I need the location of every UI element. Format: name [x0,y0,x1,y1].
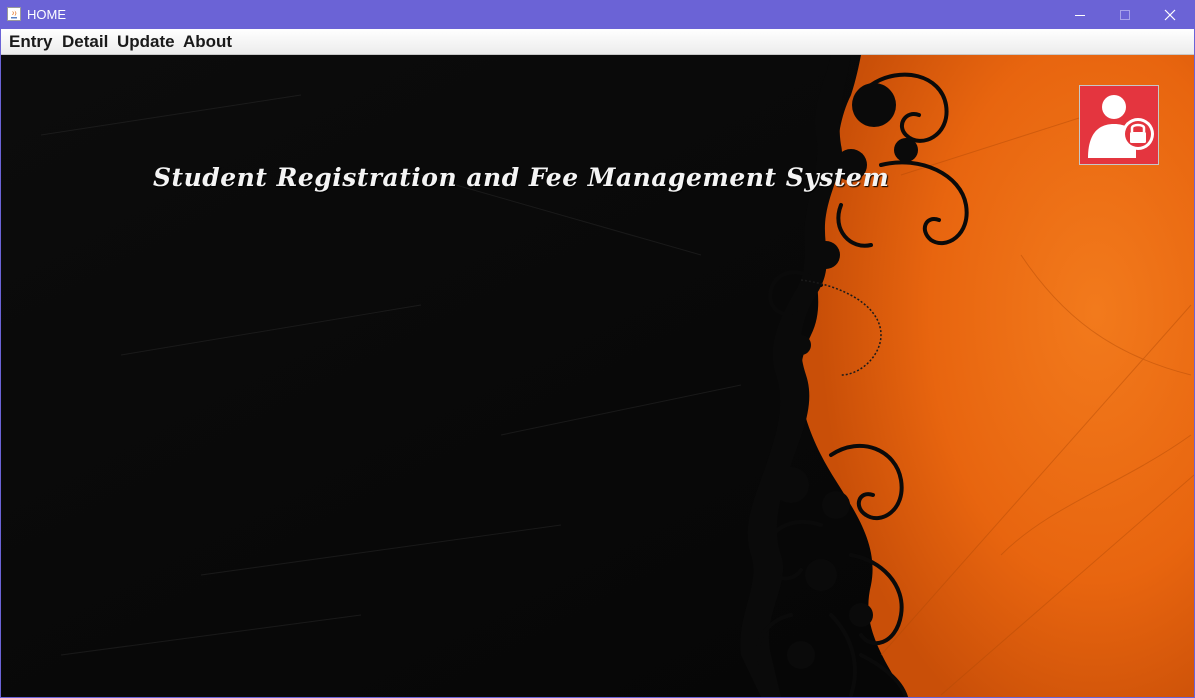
java-app-icon [7,7,21,21]
menu-about[interactable]: About [183,33,232,51]
user-lock-icon [1088,95,1154,158]
close-button[interactable] [1147,1,1193,29]
app-title: Student Registration and Fee Management … [153,163,890,192]
login-button[interactable] [1079,85,1159,165]
menu-detail[interactable]: Detail [62,33,108,51]
menu-bar: Entry Detail Update About [1,29,1194,55]
maximize-button[interactable] [1102,1,1148,29]
menu-update[interactable]: Update [117,33,175,51]
window-title: HOME [27,7,66,22]
title-bar[interactable]: HOME [1,1,1194,29]
maximize-icon [1120,10,1130,20]
home-panel: Student Registration and Fee Management … [1,55,1194,697]
app-window: HOME Entry Detail Update About Student R… [0,0,1195,698]
minimize-icon [1075,15,1085,16]
close-icon [1164,9,1176,21]
minimize-button[interactable] [1057,1,1103,29]
menu-entry[interactable]: Entry [9,33,52,51]
background-artwork [1,55,1194,697]
